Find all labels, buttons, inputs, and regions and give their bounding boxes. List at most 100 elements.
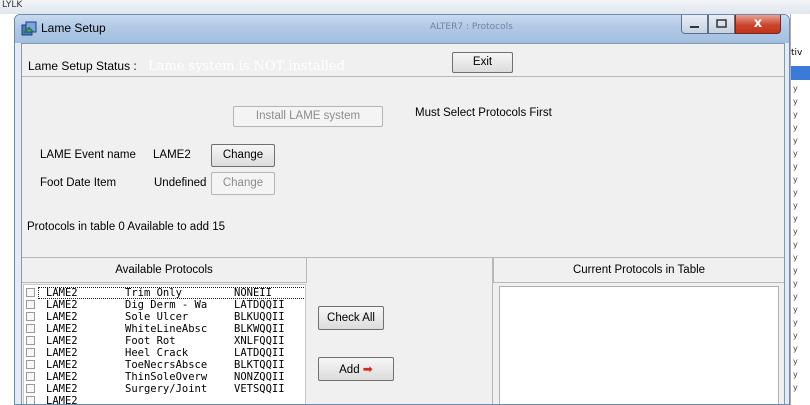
protocol-code: XNLFQQII bbox=[234, 335, 285, 347]
background-window-label: LYLK bbox=[2, 0, 23, 10]
protocol-code: NONEII bbox=[234, 287, 272, 299]
install-note: Must Select Protocols First bbox=[415, 107, 552, 119]
background-row: y bbox=[793, 97, 798, 106]
protocol-row[interactable]: LAME2 Surgery/Joint VETSQQII bbox=[24, 383, 305, 395]
protocol-row[interactable]: LAME2 Sole Ulcer BLKUQQII bbox=[24, 311, 305, 323]
protocol-name: ThinSoleOverw bbox=[125, 371, 208, 383]
action-column bbox=[308, 258, 493, 404]
minimize-icon bbox=[690, 26, 699, 28]
background-row: y bbox=[793, 136, 798, 145]
minimize-button[interactable] bbox=[681, 15, 708, 34]
close-button[interactable]: x bbox=[735, 15, 781, 34]
exit-button[interactable]: Exit bbox=[452, 52, 513, 73]
background-row: y bbox=[793, 279, 798, 288]
protocol-checkbox[interactable] bbox=[26, 384, 35, 393]
protocol-name: Heel Crack bbox=[125, 347, 189, 359]
maximize-button[interactable] bbox=[708, 15, 735, 34]
protocol-event: LAME2 bbox=[46, 371, 78, 383]
background-row: y bbox=[793, 344, 798, 353]
behind-title-fragment: ALTER7 : Protocols bbox=[430, 22, 513, 32]
close-icon: x bbox=[753, 16, 763, 31]
status-bar: Lame Setup Status : Lame system is NOT i… bbox=[22, 44, 784, 77]
background-window-strip bbox=[0, 0, 810, 14]
change-foot-date-button[interactable]: Change bbox=[211, 172, 275, 195]
protocol-checkbox[interactable] bbox=[26, 312, 35, 321]
background-selected-row bbox=[791, 66, 810, 80]
protocol-code: LATDQQII bbox=[234, 347, 285, 359]
protocol-event: LAME2 bbox=[46, 311, 78, 323]
protocol-row[interactable]: LAME2 WhiteLineAbsc BLKWQQII bbox=[24, 323, 305, 335]
current-protocols-list[interactable] bbox=[499, 286, 779, 404]
background-row: y bbox=[793, 383, 798, 392]
foot-date-value: Undefined bbox=[154, 177, 207, 189]
protocol-event: LAME2 bbox=[46, 287, 78, 299]
protocol-event: LAME2 bbox=[46, 383, 78, 395]
lame-setup-window: Lame Setup ALTER7 : Protocols x Lame Set… bbox=[14, 14, 790, 405]
right-arrow-icon: ➡ bbox=[362, 362, 373, 376]
protocol-event: LAME2 bbox=[46, 335, 78, 347]
add-label: Add bbox=[339, 364, 360, 376]
app-icon bbox=[21, 21, 37, 36]
lame-event-value: LAME2 bbox=[153, 149, 191, 161]
lame-event-label: LAME Event name bbox=[40, 149, 136, 161]
protocol-name: Foot Rot bbox=[125, 335, 176, 347]
protocol-row[interactable]: LAME2 Trim Only NONEII bbox=[26, 287, 305, 299]
window-title: Lame Setup bbox=[41, 21, 106, 35]
protocol-code: BLKUQQII bbox=[234, 311, 285, 323]
protocol-checkbox[interactable] bbox=[26, 336, 35, 345]
protocol-name: ToeNecrsAbsce bbox=[125, 359, 208, 371]
check-all-button[interactable]: Check All bbox=[318, 306, 384, 330]
background-row: y bbox=[793, 214, 798, 223]
protocol-checkbox[interactable] bbox=[26, 300, 35, 309]
protocol-row[interactable]: LAME2 ToeNecrsAbsce BLKTQQII bbox=[24, 359, 305, 371]
protocol-code: BLKTQQII bbox=[234, 359, 285, 371]
background-row: y bbox=[793, 266, 798, 275]
protocol-event: LAME2 bbox=[46, 395, 78, 405]
background-row: y bbox=[793, 201, 798, 210]
protocol-name: Surgery/Joint bbox=[125, 383, 208, 395]
change-event-button[interactable]: Change bbox=[211, 144, 275, 167]
protocol-code: LATDQQII bbox=[234, 299, 285, 311]
protocol-name: Trim Only bbox=[125, 287, 182, 299]
protocol-checkbox[interactable] bbox=[26, 396, 35, 404]
protocol-checkbox[interactable] bbox=[26, 360, 35, 369]
status-label: Lame Setup Status : bbox=[28, 59, 137, 73]
protocol-code: VETSQQII bbox=[234, 383, 285, 395]
current-protocols-header: Current Protocols in Table bbox=[493, 258, 784, 283]
protocol-code: BLKWQQII bbox=[234, 323, 285, 335]
background-row: y bbox=[793, 253, 798, 262]
protocol-row[interactable]: LAME2 Heel Crack LATDQQII bbox=[24, 347, 305, 359]
available-protocols-list[interactable]: LAME2 Trim Only NONEII LAME2 Dig Derm - Wa LA… bbox=[23, 284, 306, 405]
background-row: y bbox=[793, 84, 798, 93]
background-row: y bbox=[793, 305, 798, 314]
protocol-checkbox[interactable] bbox=[26, 324, 35, 333]
background-row: y bbox=[793, 110, 798, 119]
protocol-row[interactable]: LAME2 Foot Rot XNLFQQII bbox=[24, 335, 305, 347]
background-row: y bbox=[793, 318, 798, 327]
background-row: y bbox=[793, 292, 798, 301]
title-bar[interactable]: Lame Setup ALTER7 : Protocols x bbox=[15, 15, 789, 43]
maximize-icon bbox=[716, 19, 727, 28]
protocol-event: LAME2 bbox=[46, 347, 78, 359]
background-row: y bbox=[793, 188, 798, 197]
available-protocols-header: Available Protocols bbox=[22, 258, 307, 283]
foot-date-label: Foot Date Item bbox=[40, 177, 117, 189]
install-lame-button[interactable]: Install LAME system bbox=[233, 106, 383, 127]
protocol-row[interactable]: LAME2 bbox=[24, 395, 305, 405]
background-row: y bbox=[793, 357, 798, 366]
protocol-checkbox[interactable] bbox=[26, 372, 35, 381]
background-row: y bbox=[793, 149, 798, 158]
protocol-name: Sole Ulcer bbox=[125, 311, 189, 323]
add-button[interactable]: Add ➡ bbox=[318, 357, 394, 381]
protocol-checkbox[interactable] bbox=[26, 288, 35, 297]
protocol-row[interactable]: LAME2 ThinSoleOverw NONZQQII bbox=[24, 371, 305, 383]
background-row: y bbox=[793, 370, 798, 379]
protocol-event: LAME2 bbox=[46, 323, 78, 335]
protocol-checkbox[interactable] bbox=[26, 348, 35, 357]
status-value: Lame system is NOT installed bbox=[148, 59, 345, 74]
background-tab-fragment: tiv bbox=[791, 48, 803, 58]
background-row: y bbox=[793, 227, 798, 236]
protocol-row[interactable]: LAME2 Dig Derm - Wa LATDQQII bbox=[24, 299, 305, 311]
client-area: Lame Setup Status : Lame system is NOT i… bbox=[21, 43, 785, 405]
background-row: y bbox=[793, 162, 798, 171]
